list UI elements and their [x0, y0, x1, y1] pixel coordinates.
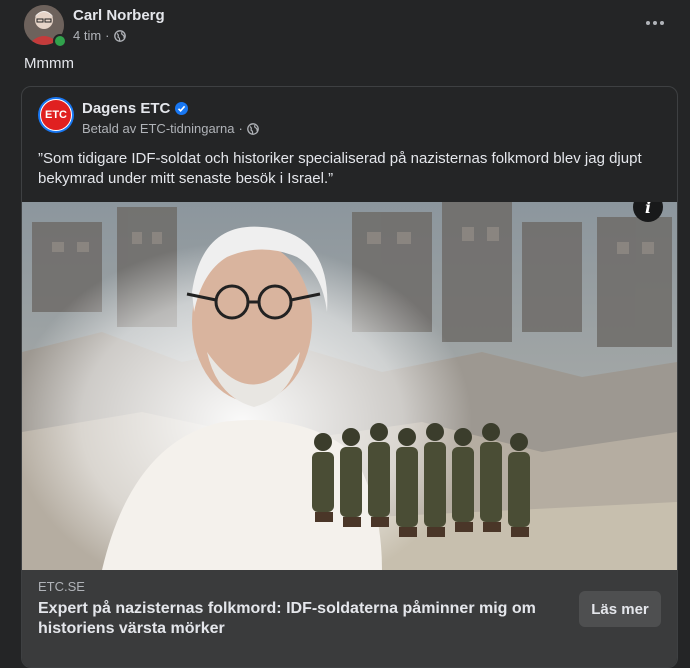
- ad-page-name-row: Dagens ETC: [82, 100, 189, 117]
- link-preview-footer[interactable]: ETC.SE Expert på nazisternas folkmord: I…: [22, 570, 677, 667]
- read-more-button[interactable]: Läs mer: [579, 591, 661, 627]
- post-time[interactable]: 4 tim: [73, 28, 101, 43]
- globe-icon[interactable]: [113, 29, 126, 42]
- link-title[interactable]: Expert på nazisternas folkmord: IDF-sold…: [38, 599, 558, 639]
- more-options-icon[interactable]: [640, 11, 670, 35]
- post-author-name[interactable]: Carl Norberg: [73, 7, 165, 24]
- etc-logo-avatar[interactable]: ETC: [38, 97, 74, 133]
- ad-image[interactable]: i: [22, 202, 677, 570]
- post-header: Carl Norberg 4 tim ·: [24, 5, 674, 49]
- meta-separator: ·: [105, 28, 110, 43]
- verified-badge-icon: [175, 102, 189, 115]
- post-text: Mmmm: [24, 55, 74, 72]
- paid-by-label[interactable]: Betald av ETC-tidningarna: [82, 121, 234, 136]
- ad-page-name[interactable]: Dagens ETC: [82, 100, 170, 117]
- link-domain: ETC.SE: [38, 579, 85, 594]
- ad-meta: Betald av ETC-tidningarna ·: [82, 121, 259, 136]
- online-status-indicator: [53, 34, 67, 48]
- globe-icon[interactable]: [246, 122, 259, 135]
- etc-logo-text: ETC: [40, 99, 72, 131]
- ad-photo-illustration: [22, 202, 677, 570]
- post-meta: 4 tim ·: [73, 28, 126, 43]
- meta-separator: ·: [238, 121, 243, 136]
- ad-quote-text: ”Som tidigare IDF-soldat och historiker …: [38, 150, 642, 187]
- sponsored-ad-card: ETC Dagens ETC Betald av ETC-tidningarna…: [21, 86, 678, 668]
